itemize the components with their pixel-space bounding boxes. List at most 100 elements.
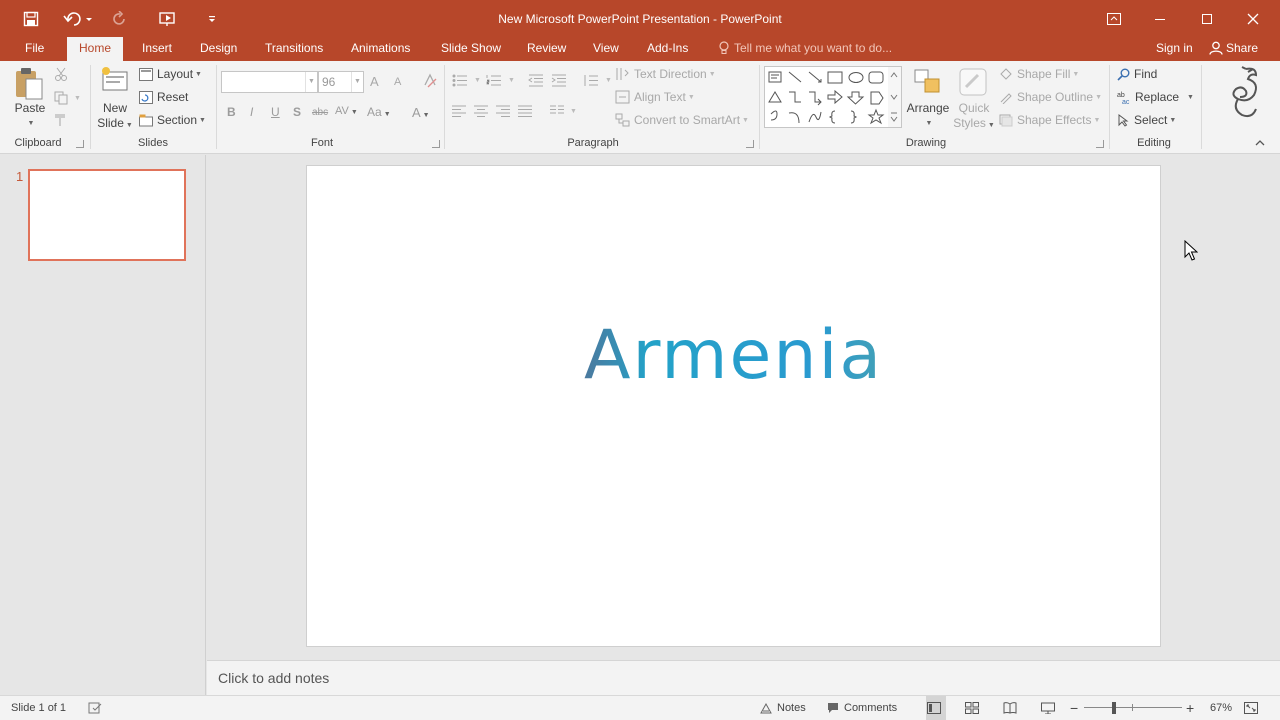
quick-styles-button[interactable]: Quick Styles ▼ bbox=[950, 101, 998, 133]
tab-view[interactable]: View bbox=[581, 37, 631, 61]
tab-transitions[interactable]: Transitions bbox=[253, 37, 335, 61]
font-size-combo[interactable]: 96 ▼ bbox=[318, 71, 364, 93]
shape-fill-button[interactable]: Shape Fill ▼ bbox=[999, 67, 1079, 81]
font-group-label: Font bbox=[310, 137, 333, 149]
dragon-addin-icon[interactable] bbox=[1226, 65, 1266, 119]
italic-button[interactable]: I bbox=[250, 105, 253, 119]
paragraph-group-label: Paragraph bbox=[567, 137, 619, 149]
slide-sorter-icon[interactable] bbox=[965, 696, 984, 720]
align-center-icon[interactable] bbox=[474, 105, 492, 117]
smartart-icon bbox=[615, 113, 630, 127]
drawing-launcher-icon[interactable] bbox=[1096, 140, 1104, 148]
format-painter-icon[interactable] bbox=[54, 113, 72, 127]
clear-formatting-icon[interactable] bbox=[422, 73, 442, 89]
strikethrough-button[interactable]: abc bbox=[312, 107, 328, 118]
tab-slide-show[interactable]: Slide Show bbox=[429, 37, 513, 61]
justify-icon[interactable] bbox=[518, 105, 536, 117]
zoom-slider-thumb[interactable] bbox=[1112, 702, 1116, 714]
tab-animations[interactable]: Animations bbox=[339, 37, 422, 61]
reading-view-icon[interactable] bbox=[1003, 696, 1022, 720]
tab-design[interactable]: Design bbox=[188, 37, 249, 61]
ribbon-tabs: File Home Insert Design Transitions Anim… bbox=[0, 37, 1280, 61]
bullets-icon[interactable]: ▼ bbox=[452, 74, 481, 87]
zoom-slider[interactable] bbox=[1084, 696, 1182, 720]
tab-insert[interactable]: Insert bbox=[130, 37, 184, 61]
paste-icon[interactable] bbox=[14, 67, 48, 101]
share-button[interactable]: Share bbox=[1209, 37, 1258, 59]
font-name-combo[interactable]: ▼ bbox=[221, 71, 318, 93]
reset-button[interactable]: Reset bbox=[139, 90, 188, 104]
reset-icon bbox=[139, 90, 153, 104]
ribbon-display-options-icon[interactable] bbox=[1091, 0, 1137, 37]
underline-button[interactable]: U bbox=[271, 105, 280, 119]
shapes-gallery[interactable] bbox=[764, 66, 902, 128]
zoom-in-icon[interactable]: + bbox=[1186, 696, 1194, 720]
quick-styles-icon[interactable] bbox=[958, 67, 992, 97]
zoom-out-icon[interactable]: − bbox=[1070, 696, 1078, 720]
align-text-button[interactable]: Align Text ▼ bbox=[615, 90, 695, 104]
clipboard-launcher-icon[interactable] bbox=[76, 140, 84, 148]
collapse-ribbon-icon[interactable] bbox=[1255, 139, 1269, 146]
font-launcher-icon[interactable] bbox=[432, 140, 440, 148]
tell-me-search[interactable]: Tell me what you want to do... bbox=[718, 37, 892, 61]
slide-canvas[interactable]: Armenia bbox=[306, 165, 1161, 647]
notes-placeholder[interactable]: Click to add notes bbox=[218, 670, 329, 686]
find-button[interactable]: Find bbox=[1117, 67, 1157, 81]
align-left-icon[interactable] bbox=[452, 105, 470, 117]
layout-button[interactable]: Layout ▼ bbox=[139, 67, 202, 81]
numbering-icon[interactable]: ▼ bbox=[486, 74, 515, 87]
font-color-button[interactable]: A ▼ bbox=[412, 105, 430, 120]
character-spacing-button[interactable]: AV ▼ bbox=[335, 105, 358, 117]
cut-icon[interactable] bbox=[54, 67, 72, 81]
bold-button[interactable]: B bbox=[227, 105, 236, 119]
minimize-icon[interactable] bbox=[1137, 0, 1183, 37]
zoom-level[interactable]: 67% bbox=[1210, 696, 1232, 720]
new-slide-icon[interactable] bbox=[100, 66, 134, 96]
new-slide-button[interactable]: New Slide ▼ bbox=[94, 101, 136, 133]
slide-thumbnail[interactable] bbox=[28, 169, 186, 261]
increase-indent-icon[interactable] bbox=[551, 74, 571, 87]
notes-pane[interactable]: Click to add notes bbox=[207, 660, 1280, 695]
paste-button[interactable]: Paste ▼ bbox=[8, 101, 52, 131]
align-right-icon[interactable] bbox=[496, 105, 514, 117]
arrange-button[interactable]: Arrange ▼ bbox=[904, 101, 952, 131]
tab-home[interactable]: Home bbox=[67, 37, 124, 61]
tab-file[interactable]: File bbox=[13, 37, 56, 61]
text-direction-button[interactable]: Text Direction ▼ bbox=[615, 67, 716, 81]
copy-icon[interactable]: ▼ bbox=[54, 91, 81, 105]
paragraph-launcher-icon[interactable] bbox=[746, 140, 754, 148]
customize-qat-icon[interactable] bbox=[204, 0, 220, 37]
shape-effects-button[interactable]: Shape Effects ▼ bbox=[999, 113, 1100, 127]
text-direction-icon bbox=[616, 68, 629, 80]
slideshow-view-icon[interactable] bbox=[1041, 696, 1060, 720]
svg-text:ab: ab bbox=[1117, 92, 1125, 99]
replace-button[interactable]: ab ac Replace ▼ bbox=[1117, 90, 1194, 104]
redo-icon[interactable] bbox=[108, 0, 132, 37]
normal-view-icon[interactable] bbox=[926, 696, 946, 720]
maximize-icon[interactable] bbox=[1184, 0, 1230, 37]
close-icon[interactable] bbox=[1230, 0, 1276, 37]
notes-toggle-button[interactable]: Notes bbox=[760, 696, 806, 720]
comments-toggle-button[interactable]: Comments bbox=[827, 696, 897, 720]
shrink-font-icon[interactable]: A bbox=[394, 76, 401, 88]
arrange-icon[interactable] bbox=[913, 67, 947, 97]
shape-outline-button[interactable]: Shape Outline ▼ bbox=[999, 90, 1102, 104]
text-shadow-button[interactable]: S bbox=[293, 105, 301, 119]
spelling-check-icon[interactable] bbox=[88, 696, 107, 720]
section-button[interactable]: Section ▼ bbox=[139, 113, 206, 127]
undo-icon[interactable] bbox=[60, 0, 96, 37]
columns-icon[interactable]: ▼ bbox=[550, 105, 577, 117]
save-icon[interactable] bbox=[18, 0, 44, 37]
start-from-beginning-icon[interactable] bbox=[155, 0, 181, 37]
slide-title-text[interactable]: Armenia bbox=[307, 316, 1160, 396]
decrease-indent-icon[interactable] bbox=[528, 74, 548, 87]
fit-to-window-icon[interactable] bbox=[1244, 696, 1263, 720]
convert-smartart-button[interactable]: Convert to SmartArt ▼ bbox=[615, 113, 749, 127]
sign-in-link[interactable]: Sign in bbox=[1156, 37, 1193, 59]
select-button[interactable]: Select ▼ bbox=[1117, 113, 1176, 127]
tab-review[interactable]: Review bbox=[515, 37, 578, 61]
line-spacing-icon[interactable]: ▼ bbox=[583, 74, 612, 87]
change-case-button[interactable]: Aa ▼ bbox=[367, 105, 391, 119]
tab-add-ins[interactable]: Add-Ins bbox=[635, 37, 700, 61]
grow-font-icon[interactable]: A bbox=[370, 74, 379, 89]
